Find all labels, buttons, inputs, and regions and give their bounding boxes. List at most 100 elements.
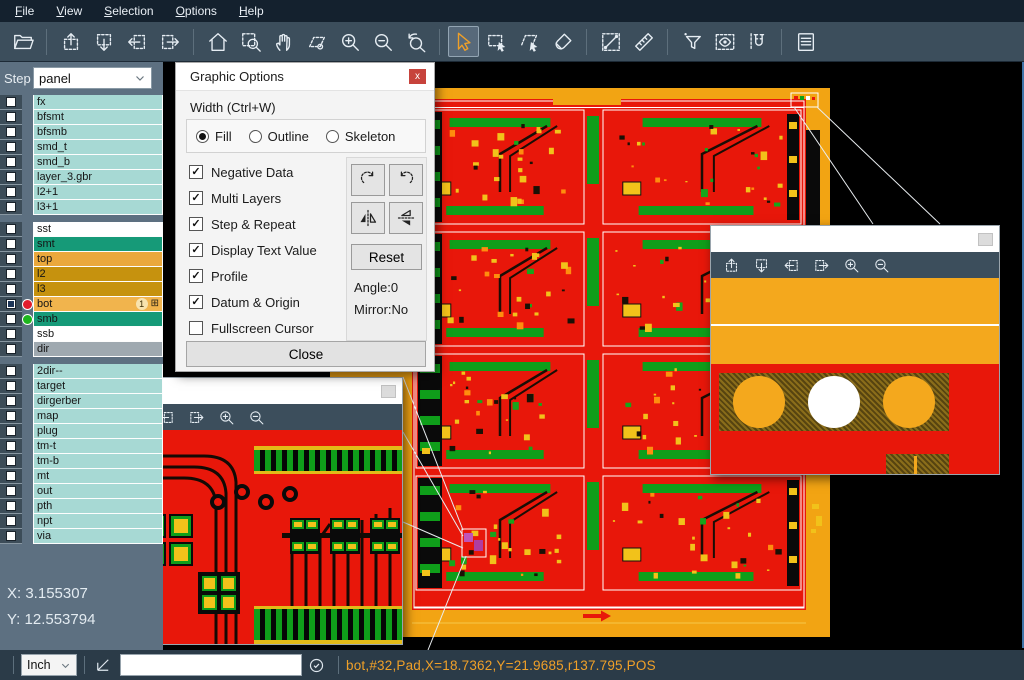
zoom-previous-icon[interactable] xyxy=(400,26,431,57)
checkbox-datum-origin[interactable]: ✓Datum & Origin xyxy=(189,289,317,315)
move-right-icon[interactable] xyxy=(154,26,185,57)
layer-panel-icon[interactable] xyxy=(790,26,821,57)
zoom-out-icon[interactable] xyxy=(244,406,268,428)
layer-checkbox[interactable] xyxy=(0,379,22,394)
select-rect-icon[interactable] xyxy=(481,26,512,57)
menu-help[interactable]: Help xyxy=(228,4,275,18)
checkbox-step-repeat[interactable]: ✓Step & Repeat xyxy=(189,211,317,237)
checkbox-fullscreen-cursor[interactable]: Fullscreen Cursor xyxy=(189,315,317,341)
zoom-in-icon[interactable] xyxy=(839,254,863,276)
layer-name[interactable]: pth xyxy=(33,499,163,514)
layer-row-target[interactable]: target xyxy=(0,379,163,394)
layer-checkbox[interactable] xyxy=(0,342,22,357)
layer-name[interactable]: dir xyxy=(33,342,163,357)
layer-checkbox[interactable] xyxy=(0,312,22,327)
view-box-icon[interactable] xyxy=(709,26,740,57)
layer-row-mt[interactable]: mt xyxy=(0,469,163,484)
unit-select[interactable]: Inch xyxy=(21,654,77,676)
window-button-icon[interactable] xyxy=(978,233,993,246)
zoom-out-icon[interactable] xyxy=(869,254,893,276)
move-down-icon[interactable] xyxy=(88,26,119,57)
layer-name[interactable]: top xyxy=(33,252,163,267)
layer-row-via[interactable]: via xyxy=(0,529,163,544)
layer-checkbox[interactable] xyxy=(0,514,22,529)
ruler-icon[interactable] xyxy=(628,26,659,57)
layer-checkbox[interactable] xyxy=(0,529,22,544)
grid-icon[interactable]: ⊞ xyxy=(151,299,159,309)
checkbox-multi-layers[interactable]: ✓Multi Layers xyxy=(189,185,317,211)
layer-checkbox[interactable] xyxy=(0,499,22,514)
layer-name[interactable]: smb xyxy=(33,312,163,327)
layer-name[interactable]: map xyxy=(33,409,163,424)
window-button-icon[interactable] xyxy=(381,385,396,398)
layer-checkbox[interactable] xyxy=(0,282,22,297)
layer-checkbox[interactable] xyxy=(0,170,22,185)
move-right-icon[interactable] xyxy=(809,254,833,276)
brush-icon[interactable] xyxy=(547,26,578,57)
layer-row-plug[interactable]: plug xyxy=(0,424,163,439)
layer-checkbox[interactable] xyxy=(0,267,22,282)
layer-row-tm-b[interactable]: tm-b xyxy=(0,454,163,469)
zoom-drag-icon[interactable] xyxy=(301,26,332,57)
layer-name[interactable]: smd_t xyxy=(33,140,163,155)
layer-row-l3[interactable]: l3 xyxy=(0,282,163,297)
zoom-out-icon[interactable] xyxy=(367,26,398,57)
layer-checkbox[interactable] xyxy=(0,237,22,252)
layer-name[interactable]: smd_b xyxy=(33,155,163,170)
layer-checkbox[interactable] xyxy=(0,155,22,170)
checkbox-display-text-value[interactable]: ✓Display Text Value xyxy=(189,237,317,263)
layer-name[interactable]: npt xyxy=(33,514,163,529)
layer-checkbox[interactable] xyxy=(0,394,22,409)
layer-checkbox[interactable] xyxy=(0,424,22,439)
layer-row-bfsmt[interactable]: bfsmt xyxy=(0,110,163,125)
zoom-in-icon[interactable] xyxy=(214,406,238,428)
layer-row-out[interactable]: out xyxy=(0,484,163,499)
radio-outline[interactable]: Outline xyxy=(249,129,309,144)
layer-row-sst[interactable]: sst xyxy=(0,222,163,237)
layer-name[interactable]: sst xyxy=(33,222,163,237)
layer-row-l2[interactable]: l2 xyxy=(0,267,163,282)
snap-icon[interactable] xyxy=(742,26,773,57)
layer-row-dir[interactable]: dir xyxy=(0,342,163,357)
layer-checkbox[interactable] xyxy=(0,409,22,424)
layer-name[interactable]: target xyxy=(33,379,163,394)
select-arrow-icon[interactable] xyxy=(448,26,479,57)
layer-row-layer_3.gbr[interactable]: layer_3.gbr xyxy=(0,170,163,185)
filter-icon[interactable] xyxy=(676,26,707,57)
refresh-icon[interactable] xyxy=(308,657,325,674)
layer-row-bfsmb[interactable]: bfsmb xyxy=(0,125,163,140)
layer-checkbox[interactable] xyxy=(0,95,22,110)
move-down-icon[interactable] xyxy=(749,254,773,276)
layer-name[interactable]: plug xyxy=(33,424,163,439)
move-left-icon[interactable] xyxy=(779,254,803,276)
layer-row-dirgerber[interactable]: dirgerber xyxy=(0,394,163,409)
layer-row-smd_b[interactable]: smd_b xyxy=(0,155,163,170)
zoom-window-icon[interactable] xyxy=(235,26,266,57)
move-right-icon[interactable] xyxy=(184,406,208,428)
layer-row-npt[interactable]: npt xyxy=(0,514,163,529)
magnifier-right-titlebar[interactable] xyxy=(711,226,999,252)
layer-name[interactable]: smt xyxy=(33,237,163,252)
layer-name[interactable]: mt xyxy=(33,469,163,484)
layer-checkbox[interactable] xyxy=(0,252,22,267)
layer-name[interactable]: 2dir-- xyxy=(33,364,163,379)
layer-row-tm-t[interactable]: tm-t xyxy=(0,439,163,454)
radio-skeleton[interactable]: Skeleton xyxy=(326,129,396,144)
mirror-vertical-icon[interactable] xyxy=(351,202,385,234)
move-up-icon[interactable] xyxy=(719,254,743,276)
layer-checkbox[interactable] xyxy=(0,185,22,200)
layer-row-smd_t[interactable]: smd_t xyxy=(0,140,163,155)
layer-name[interactable]: via xyxy=(33,529,163,544)
menu-selection[interactable]: Selection xyxy=(93,4,164,18)
rotate-ccw-icon[interactable] xyxy=(389,164,423,196)
layer-checkbox[interactable] xyxy=(0,140,22,155)
menu-view[interactable]: View xyxy=(45,4,93,18)
close-icon[interactable]: x xyxy=(409,69,426,84)
layer-checkbox[interactable] xyxy=(0,439,22,454)
mirror-horizontal-icon[interactable] xyxy=(389,202,423,234)
layer-checkbox[interactable] xyxy=(0,125,22,140)
layer-row-top[interactable]: top xyxy=(0,252,163,267)
menu-options[interactable]: Options xyxy=(165,4,228,18)
layer-row-pth[interactable]: pth xyxy=(0,499,163,514)
measure-line-icon[interactable] xyxy=(595,26,626,57)
